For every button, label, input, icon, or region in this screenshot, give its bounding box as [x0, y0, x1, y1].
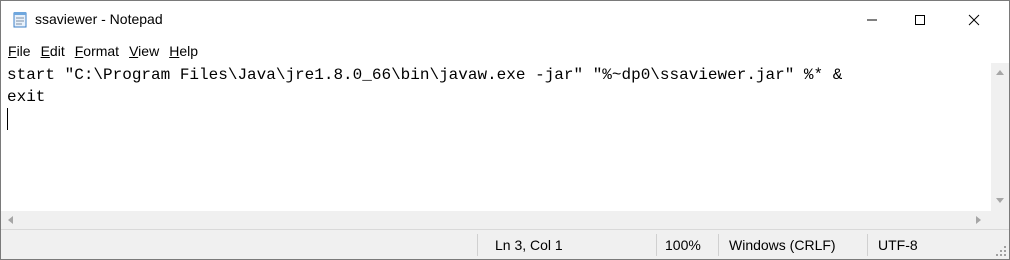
notepad-window: ssaviewer - Notepad File Edit Format Vie…: [0, 0, 1010, 260]
menu-bar: File Edit Format View Help: [1, 39, 1009, 63]
scroll-down-icon[interactable]: [996, 198, 1004, 203]
notepad-icon[interactable]: [13, 11, 27, 28]
menu-help-mnemonic: H: [169, 43, 180, 59]
menu-edit-mnemonic: E: [40, 43, 50, 59]
status-divider: [477, 234, 478, 256]
scroll-right-icon[interactable]: [976, 216, 981, 224]
editor-line-1: start "C:\Program Files\Java\jre1.8.0_66…: [7, 66, 843, 84]
scrollbar-corner: [991, 211, 1009, 229]
minimize-icon: [867, 19, 877, 21]
menu-view-label: iew: [138, 43, 160, 59]
close-button[interactable]: [951, 1, 997, 39]
menu-file-mnemonic: F: [8, 43, 17, 59]
menu-edit[interactable]: Edit: [36, 39, 70, 63]
scroll-left-icon[interactable]: [8, 216, 13, 224]
maximize-icon: [915, 15, 925, 25]
menu-format-label: ormat: [83, 43, 120, 59]
menu-format[interactable]: Format: [70, 39, 124, 63]
status-cursor-position: Ln 3, Col 1: [495, 237, 563, 253]
menu-help[interactable]: Help: [164, 39, 203, 63]
maximize-button[interactable]: [897, 1, 943, 39]
menu-format-mnemonic: F: [74, 43, 84, 59]
minimize-button[interactable]: [849, 1, 895, 39]
status-zoom: 100%: [665, 237, 701, 253]
text-editor[interactable]: start "C:\Program Files\Java\jre1.8.0_66…: [1, 63, 991, 211]
title-bar[interactable]: ssaviewer - Notepad: [1, 1, 1009, 39]
window-title: ssaviewer - Notepad: [35, 11, 163, 27]
status-encoding: UTF-8: [878, 237, 918, 253]
menu-view[interactable]: View: [124, 39, 164, 63]
status-divider: [867, 234, 868, 256]
menu-file[interactable]: File: [3, 39, 36, 63]
status-divider: [656, 234, 657, 256]
scroll-up-icon[interactable]: [996, 70, 1004, 75]
status-line-ending: Windows (CRLF): [729, 237, 836, 253]
status-bar: Ln 3, Col 1 100% Windows (CRLF) UTF-8: [1, 229, 1009, 259]
editor-line-2: exit: [7, 88, 46, 106]
menu-edit-label: dit: [49, 43, 65, 59]
vertical-scrollbar[interactable]: [991, 63, 1009, 211]
horizontal-scrollbar[interactable]: [1, 211, 991, 229]
close-icon: [968, 14, 980, 26]
resize-grip-icon[interactable]: [995, 244, 1007, 256]
menu-view-mnemonic: V: [129, 43, 139, 59]
text-caret: [7, 108, 8, 130]
status-divider: [718, 234, 719, 256]
menu-file-label: ile: [16, 43, 31, 59]
menu-help-label: elp: [179, 43, 198, 59]
